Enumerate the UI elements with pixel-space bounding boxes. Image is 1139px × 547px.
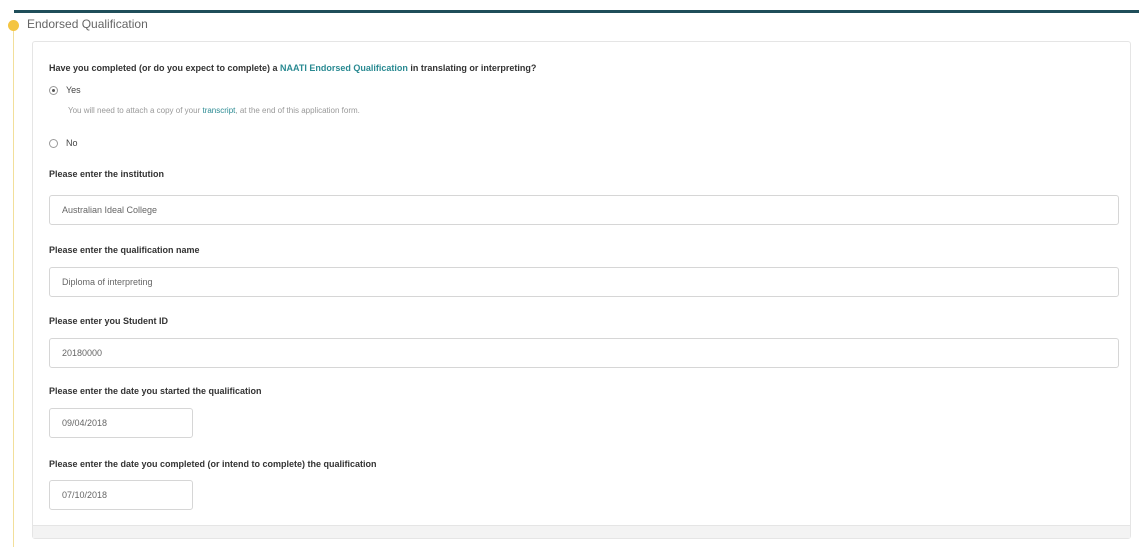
no-label[interactable]: No (66, 138, 78, 148)
qualification-panel: Have you completed (or do you expect to … (32, 41, 1131, 539)
student-id-input[interactable]: 20180000 (49, 338, 1119, 368)
yes-label[interactable]: Yes (66, 85, 81, 95)
hint-suffix: , at the end of this application form. (235, 106, 360, 115)
start-date-label: Please enter the date you started the qu… (49, 386, 262, 396)
end-date-label: Please enter the date you completed (or … (49, 459, 377, 469)
question-suffix: in translating or interpreting? (407, 63, 537, 73)
institution-input[interactable]: Australian Ideal College (49, 195, 1119, 225)
yes-radio[interactable] (49, 85, 58, 95)
student-id-label: Please enter you Student ID (49, 316, 169, 326)
qualification-input[interactable]: Diploma of interpreting (49, 267, 1119, 297)
option-no[interactable]: No (49, 138, 78, 148)
institution-label: Please enter the institution (49, 169, 165, 179)
naati-endorsed-qualification-link[interactable]: NAATI Endorsed Qualification (280, 63, 408, 73)
transcript-hint: You will need to attach a copy of your t… (68, 106, 360, 115)
section-rail (13, 20, 14, 547)
section-top-border (14, 10, 1139, 13)
section-title: Endorsed Qualification (27, 17, 148, 31)
endorsed-question: Have you completed (or do you expect to … (49, 63, 536, 73)
transcript-link[interactable]: transcript (202, 106, 235, 115)
option-yes[interactable]: Yes (49, 85, 81, 95)
qualification-label: Please enter the qualification name (49, 245, 200, 255)
no-radio[interactable] (49, 138, 58, 148)
section-marker-icon (8, 20, 19, 31)
hint-prefix: You will need to attach a copy of your (68, 106, 203, 115)
end-date-input[interactable]: 07/10/2018 (49, 480, 193, 510)
start-date-input[interactable]: 09/04/2018 (49, 408, 193, 438)
question-prefix: Have you completed (or do you expect to … (49, 63, 281, 73)
panel-footer (33, 525, 1130, 538)
